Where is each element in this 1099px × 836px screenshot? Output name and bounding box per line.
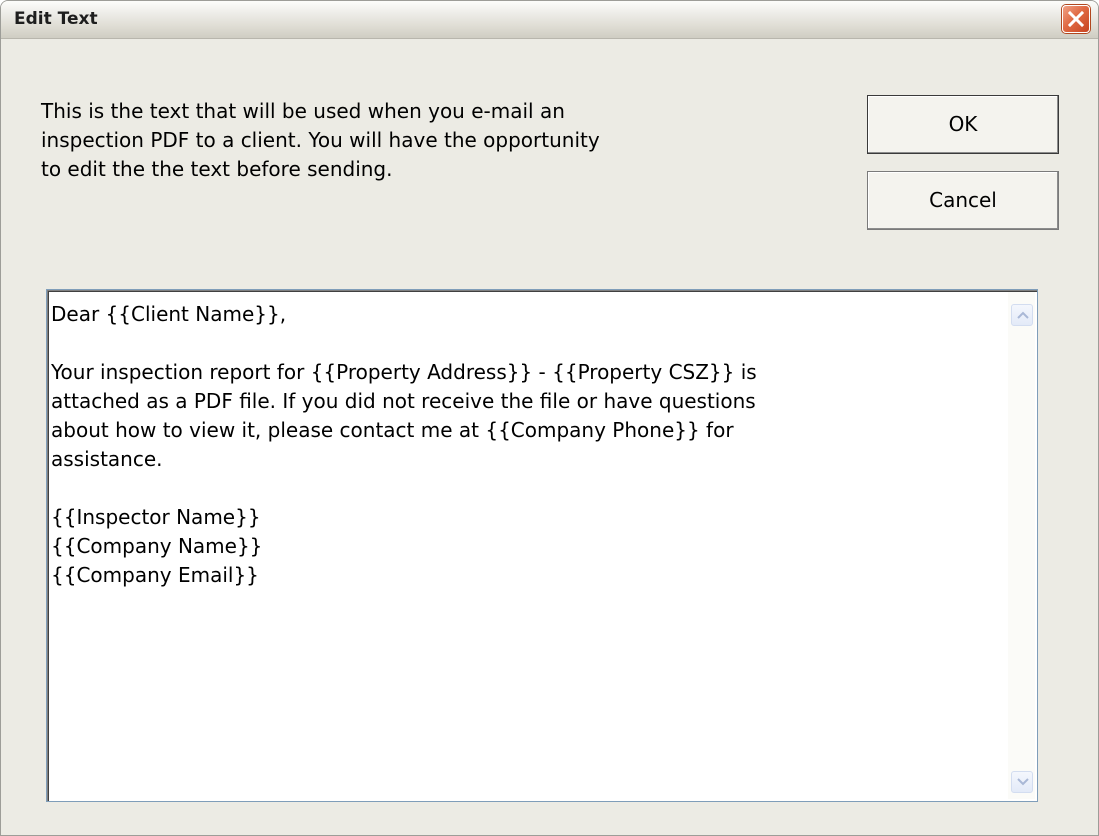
scroll-down-button[interactable] [1011,771,1033,793]
instruction-text: This is the text that will be used when … [41,99,600,181]
chevron-up-icon [1017,311,1029,319]
chevron-down-icon [1017,778,1029,786]
close-icon [1068,11,1084,27]
dialog-title: Edit Text [14,9,98,29]
scroll-up-button[interactable] [1011,304,1033,326]
ok-button[interactable]: OK [867,95,1059,154]
vertical-scrollbar[interactable] [1008,292,1035,799]
title-bar[interactable]: Edit Text [1,1,1098,39]
cancel-button[interactable]: Cancel [867,171,1059,230]
email-body-textarea[interactable]: Dear {{Client Name}}, Your inspection re… [46,289,1038,802]
email-body-text[interactable]: Dear {{Client Name}}, Your inspection re… [51,300,1001,590]
edit-text-dialog: Edit Text This is the text that will be … [0,0,1099,836]
close-button[interactable] [1062,5,1090,33]
